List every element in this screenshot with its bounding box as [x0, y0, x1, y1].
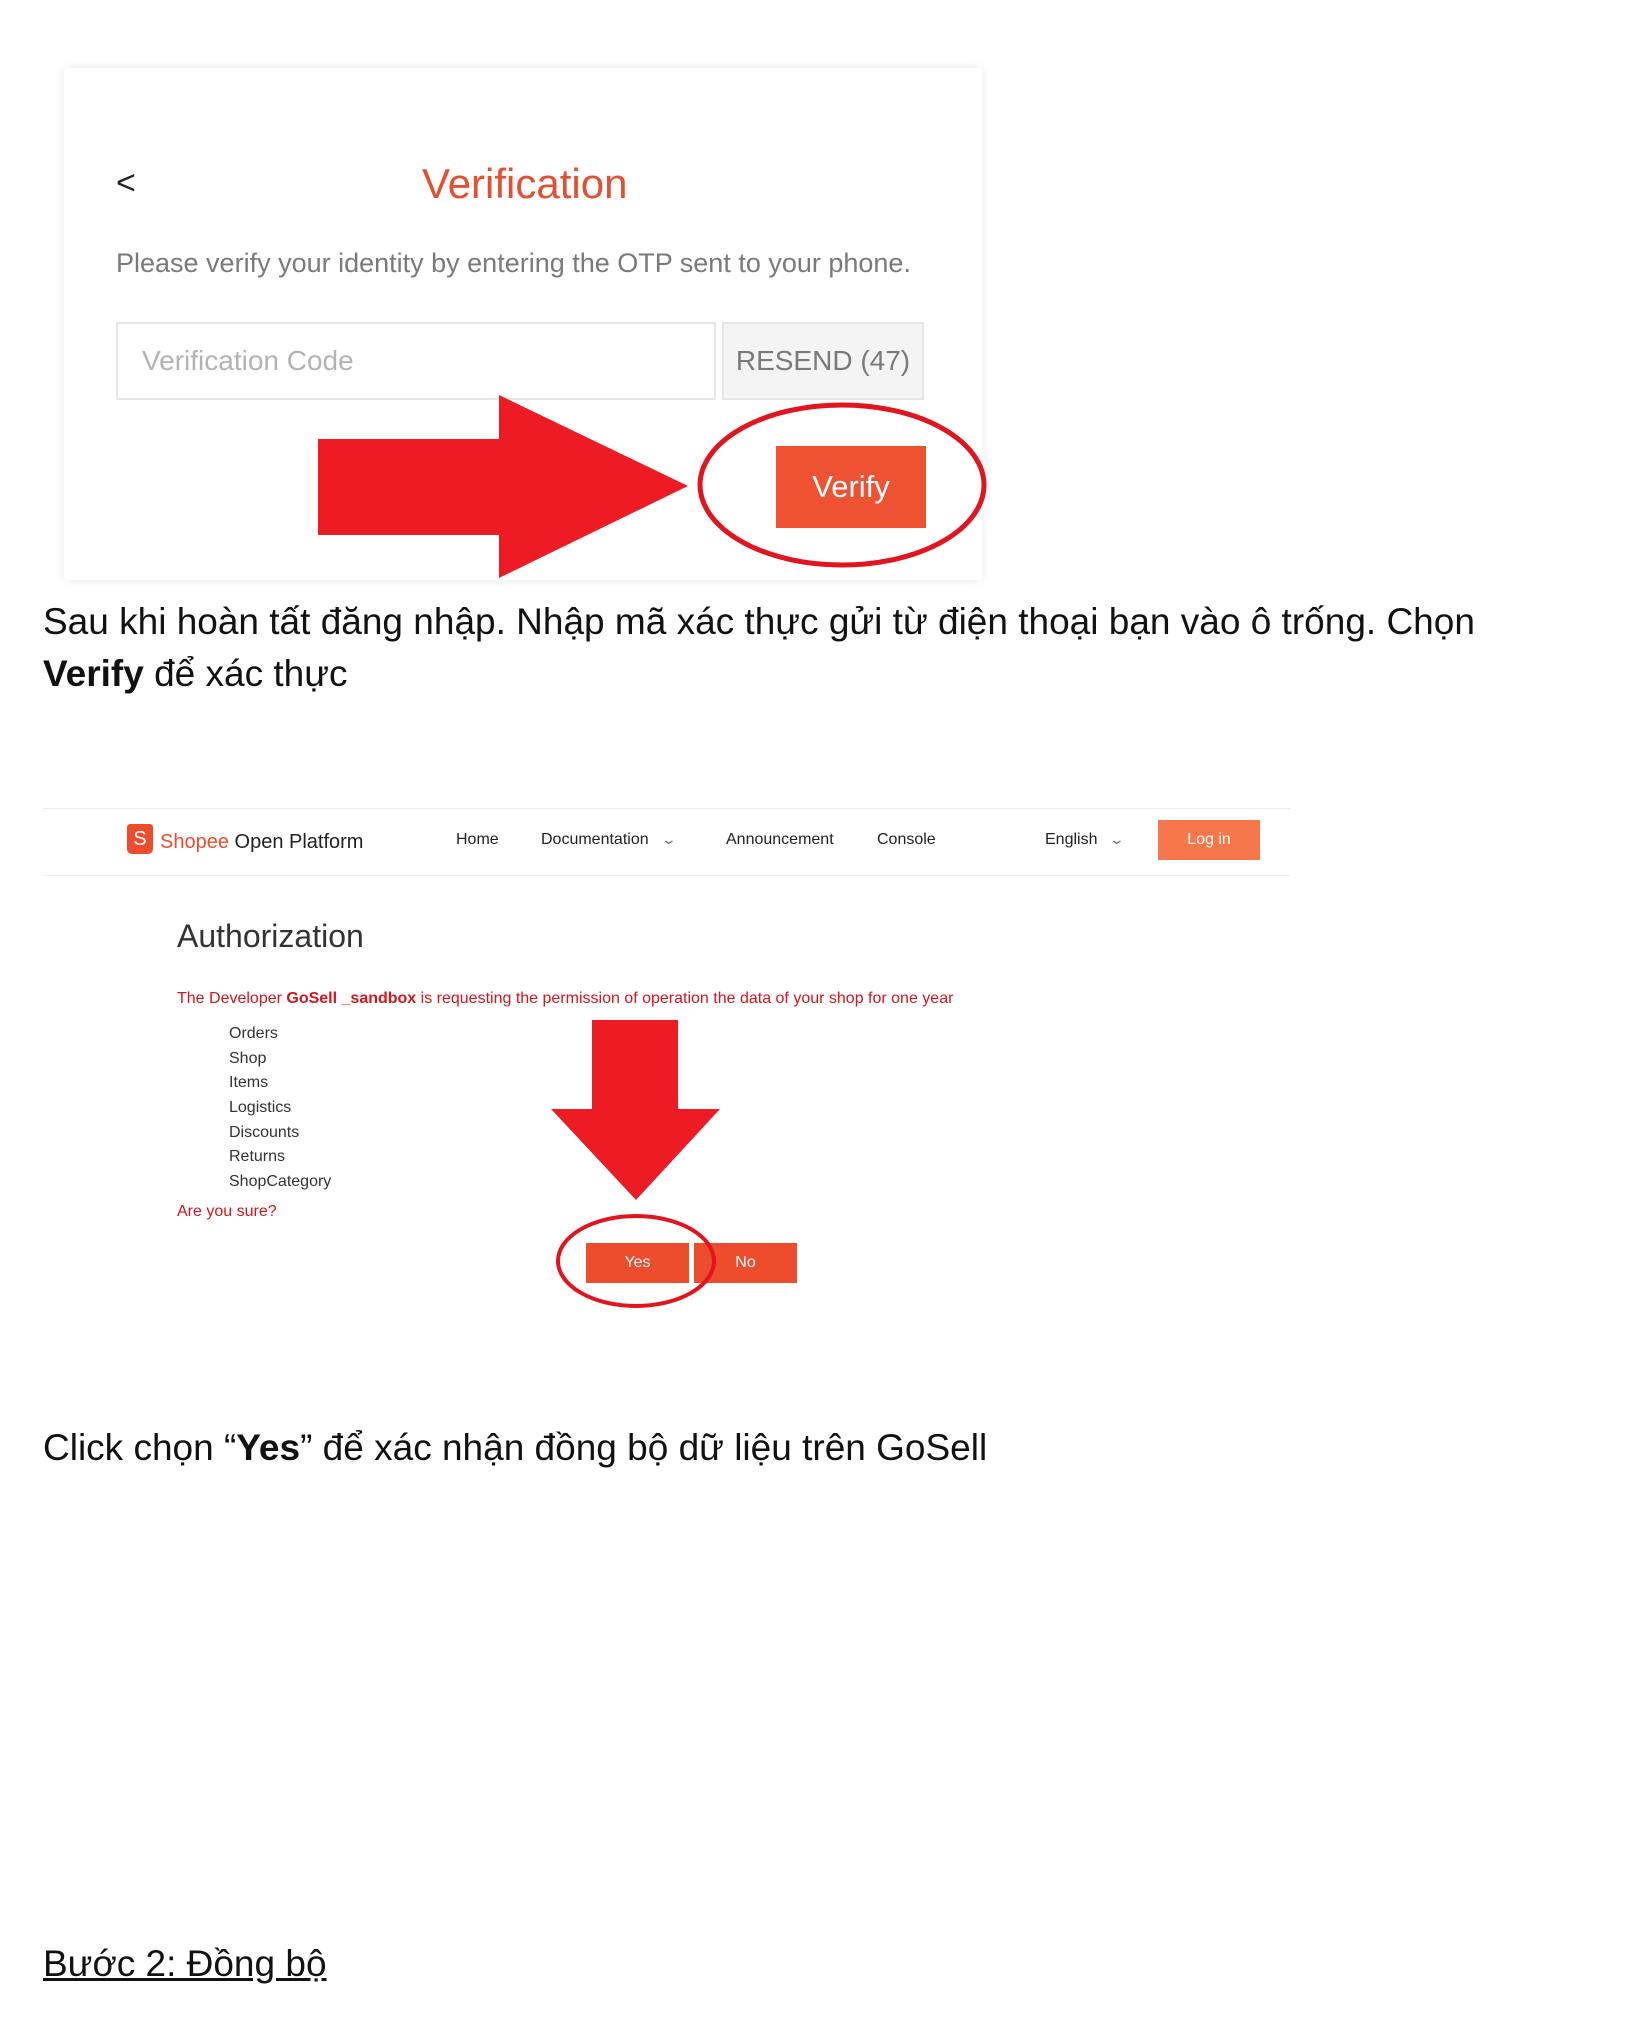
brand-shopee: Shopee: [160, 831, 229, 853]
caption-verify-instructions: Sau khi hoàn tất đăng nhập. Nhập mã xác …: [43, 596, 1603, 700]
no-button[interactable]: No: [694, 1243, 797, 1283]
confirm-question: Are you sure?: [177, 1203, 277, 1220]
login-button[interactable]: Log in: [1158, 820, 1260, 860]
resend-button[interactable]: RESEND (47): [722, 322, 924, 400]
down-arrow-annotation: [551, 1020, 720, 1200]
permission-item: Items: [229, 1074, 269, 1092]
nav-documentation[interactable]: Documentation ⌄: [541, 831, 677, 849]
brand-suffix: Open Platform: [228, 831, 364, 853]
permission-item: Logistics: [229, 1099, 292, 1117]
authorization-request-text: The Developer GoSell _sandbox is request…: [177, 990, 953, 1008]
back-icon[interactable]: <: [116, 164, 136, 203]
caption-verify-after: để xác thực: [143, 653, 348, 694]
permission-item: Discounts: [229, 1123, 300, 1141]
yes-button[interactable]: Yes: [586, 1243, 689, 1283]
request-suffix: is requesting the permission of operatio…: [416, 990, 954, 1007]
nav-home[interactable]: Home: [456, 831, 499, 849]
permission-item: Shop: [229, 1049, 267, 1067]
nav-announcement[interactable]: Announcement: [726, 831, 834, 849]
caption-verify-bold: Verify: [43, 653, 144, 694]
nav-documentation-label: Documentation: [541, 831, 649, 848]
permission-item: Orders: [229, 1025, 278, 1042]
chevron-down-icon: ⌄: [660, 831, 677, 847]
permission-item: ShopCategory: [229, 1173, 332, 1191]
caption-yes-suffix: ” để xác nhận đồng bộ dữ liệu trên GoSel…: [300, 1427, 988, 1468]
chevron-down-icon: ⌄: [1109, 831, 1126, 847]
verification-description: Please verify your identity by entering …: [116, 248, 911, 278]
caption-yes-prefix: Click chọn “: [43, 1427, 237, 1468]
nav-console[interactable]: Console: [877, 831, 936, 849]
caption-verify-text: Sau khi hoàn tất đăng nhập. Nhập mã xác …: [43, 601, 1475, 642]
verification-title: Verification: [422, 160, 628, 207]
developer-name: GoSell _sandbox: [286, 990, 417, 1007]
shopee-bag-icon[interactable]: S: [127, 824, 153, 854]
permission-item: Returns: [229, 1148, 286, 1166]
language-label: English: [1045, 831, 1098, 848]
verify-button[interactable]: Verify: [776, 446, 926, 528]
permission-list: Orders Shop Items Logistics Discounts Re…: [229, 1022, 331, 1195]
language-select[interactable]: English ⌄: [1045, 831, 1126, 849]
step-heading: Bước 2: Đồng bộ: [43, 1943, 327, 1984]
verification-code-input[interactable]: [116, 322, 716, 400]
request-prefix: The Developer: [177, 990, 287, 1007]
authorization-title: Authorization: [177, 918, 364, 954]
caption-yes-instructions: Click chọn “Yes” để xác nhận đồng bộ dữ …: [43, 1422, 987, 1474]
caption-yes-bold: Yes: [236, 1427, 301, 1468]
brand-name[interactable]: Shopee Open Platform: [160, 831, 363, 854]
